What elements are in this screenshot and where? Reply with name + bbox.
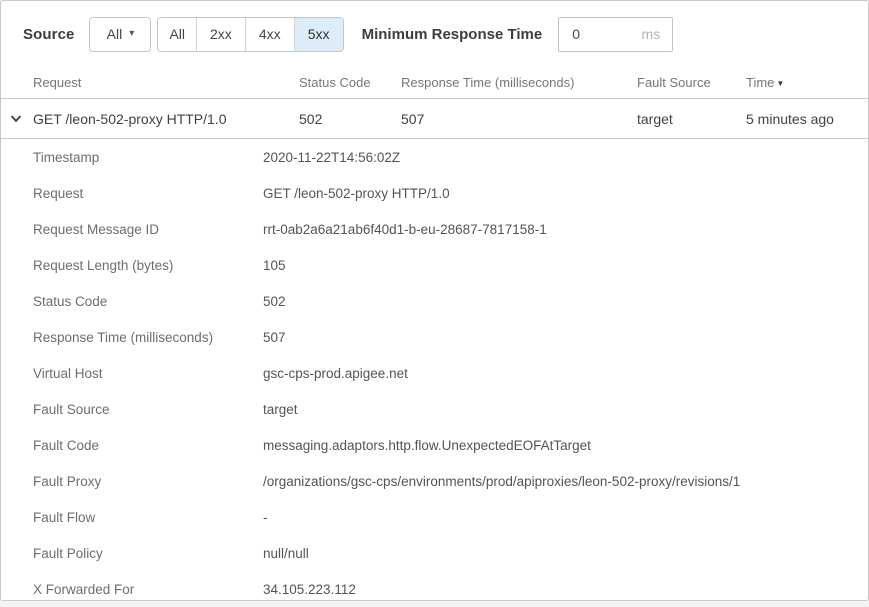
detail-label: Fault Proxy [33,474,263,489]
column-header-status-code[interactable]: Status Code [299,75,401,90]
column-header-time[interactable]: Time▼ [746,75,868,90]
min-response-time-field: ms [558,17,673,52]
detail-value: messaging.adaptors.http.flow.UnexpectedE… [263,438,868,453]
detail-label: Request [33,186,263,201]
source-dropdown-value: All [107,26,123,42]
source-dropdown[interactable]: All ▾ [89,17,151,52]
cell-status-code: 502 [299,111,401,127]
detail-value: null/null [263,546,868,561]
detail-label: Response Time (milliseconds) [33,330,263,345]
detail-value: 2020-11-22T14:56:02Z [263,150,868,165]
detail-row-fault-source: Fault Source target [1,391,868,427]
detail-row-status-code: Status Code 502 [1,283,868,319]
detail-label: Fault Source [33,402,263,417]
detail-row-request-message-id: Request Message ID rrt-0ab2a6a21ab6f40d1… [1,211,868,247]
traffic-panel: Source All ▾ All 2xx 4xx 5xx Minimum Res… [0,0,869,601]
detail-label: Status Code [33,294,263,309]
detail-row-timestamp: Timestamp 2020-11-22T14:56:02Z [1,139,868,175]
detail-row-virtual-host: Virtual Host gsc-cps-prod.apigee.net [1,355,868,391]
detail-label: Fault Flow [33,510,263,525]
sort-descending-icon: ▼ [776,79,784,88]
detail-label: Fault Policy [33,546,263,561]
detail-row-fault-policy: Fault Policy null/null [1,535,868,571]
detail-value: 502 [263,294,868,309]
status-code-segmented-control: All 2xx 4xx 5xx [157,17,343,52]
detail-row-request: Request GET /leon-502-proxy HTTP/1.0 [1,175,868,211]
detail-label: Virtual Host [33,366,263,381]
detail-value: rrt-0ab2a6a21ab6f40d1-b-eu-28687-7817158… [263,222,868,237]
collapse-row-toggle[interactable] [9,99,23,138]
detail-value: GET /leon-502-proxy HTTP/1.0 [263,186,868,201]
status-filter-4xx[interactable]: 4xx [246,18,295,51]
detail-label: Fault Code [33,438,263,453]
column-header-request[interactable]: Request [33,75,299,90]
cell-response-time: 507 [401,111,637,127]
ms-unit-label: ms [642,26,673,42]
detail-value: - [263,510,868,525]
row-detail-pane: Timestamp 2020-11-22T14:56:02Z Request G… [1,139,868,601]
table-row[interactable]: GET /leon-502-proxy HTTP/1.0 502 507 tar… [1,99,868,139]
detail-value: 507 [263,330,868,345]
column-header-response-time[interactable]: Response Time (milliseconds) [401,75,637,90]
cell-request: GET /leon-502-proxy HTTP/1.0 [33,111,299,127]
min-response-time-label: Minimum Response Time [362,26,543,43]
status-filter-all[interactable]: All [158,18,197,51]
detail-row-response-time: Response Time (milliseconds) 507 [1,319,868,355]
detail-label: Request Message ID [33,222,263,237]
detail-value: target [263,402,868,417]
status-filter-5xx[interactable]: 5xx [295,18,343,51]
cell-fault-source: target [637,111,746,127]
cell-time: 5 minutes ago [746,111,868,127]
filter-bar: Source All ▾ All 2xx 4xx 5xx Minimum Res… [1,1,868,67]
detail-value: /organizations/gsc-cps/environments/prod… [263,474,868,489]
detail-row-x-forwarded-for: X Forwarded For 34.105.223.112 [1,571,868,601]
detail-label: Timestamp [33,150,263,165]
detail-value: 105 [263,258,868,273]
detail-row-fault-flow: Fault Flow - [1,499,868,535]
detail-label: Request Length (bytes) [33,258,263,273]
chevron-down-icon [9,113,23,125]
detail-value: 34.105.223.112 [263,582,868,597]
column-header-fault-source[interactable]: Fault Source [637,75,746,90]
detail-row-request-length: Request Length (bytes) 105 [1,247,868,283]
min-response-time-input[interactable] [559,26,629,42]
detail-value: gsc-cps-prod.apigee.net [263,366,868,381]
table-header: Request Status Code Response Time (milli… [1,67,868,99]
chevron-down-icon: ▾ [129,29,134,39]
detail-row-fault-code: Fault Code messaging.adaptors.http.flow.… [1,427,868,463]
status-filter-2xx[interactable]: 2xx [197,18,246,51]
detail-label: X Forwarded For [33,582,263,597]
source-label: Source [23,26,74,43]
detail-row-fault-proxy: Fault Proxy /organizations/gsc-cps/envir… [1,463,868,499]
